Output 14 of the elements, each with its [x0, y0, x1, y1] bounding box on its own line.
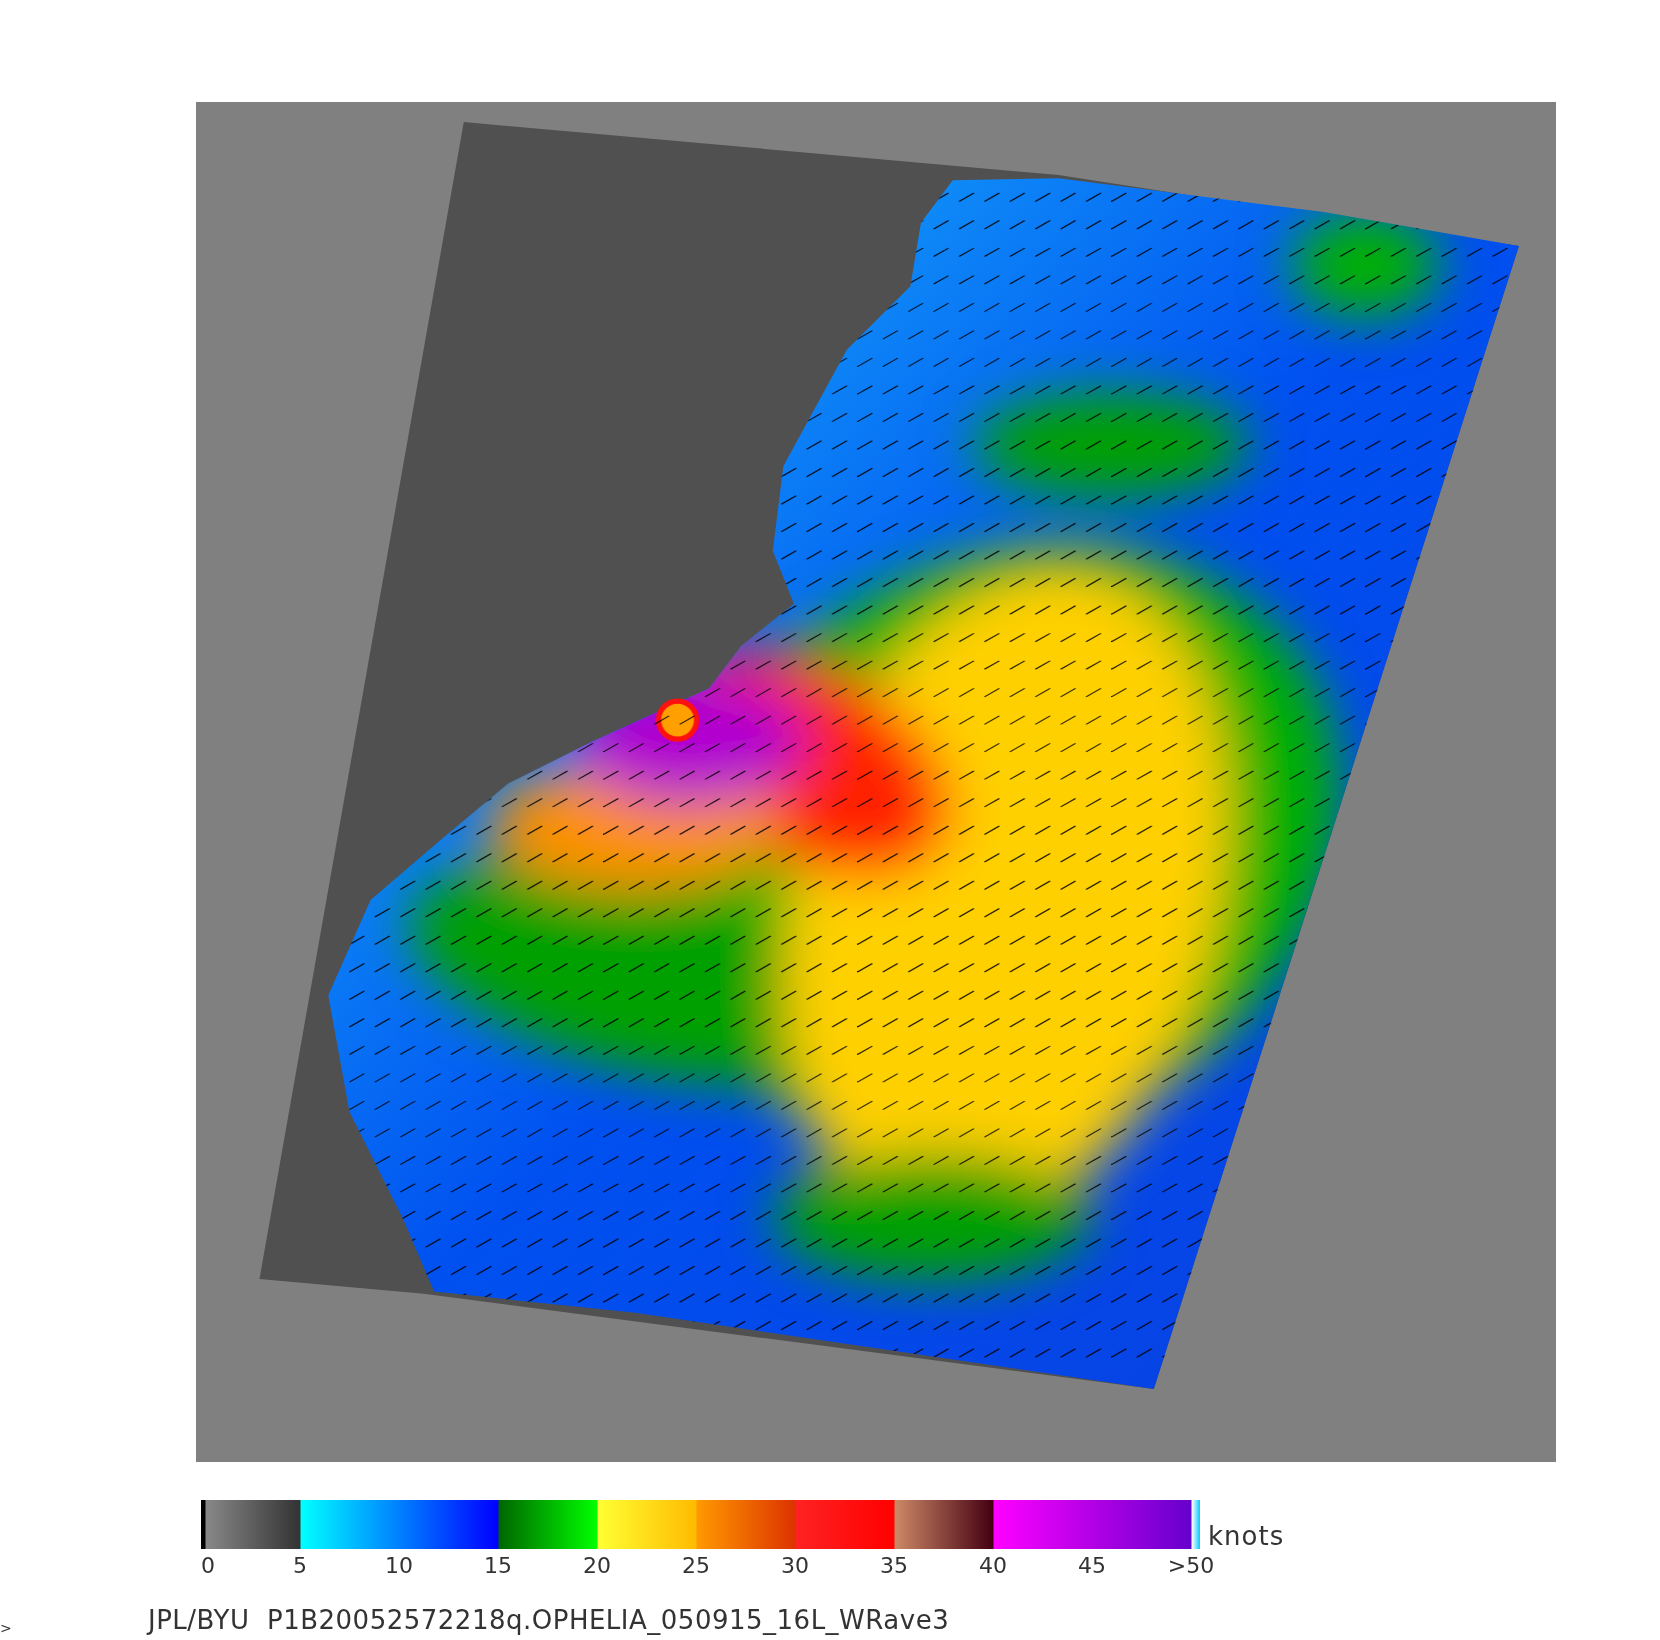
scale-tick-label: 10	[385, 1553, 413, 1578]
scale-tick-label: 20	[583, 1553, 611, 1578]
scale-tick-label: 40	[979, 1553, 1007, 1578]
scale-tick-label: 30	[781, 1553, 809, 1578]
scale-tick-label: 35	[880, 1553, 908, 1578]
scale-tick-label: 5	[293, 1553, 307, 1578]
scale-tick-label: 15	[484, 1553, 512, 1578]
scale-tick-label: 0	[201, 1553, 215, 1578]
edge-mark: >	[0, 1621, 13, 1635]
unit-label: knots	[1208, 1523, 1285, 1549]
scale-tick-label: 45	[1078, 1553, 1106, 1578]
scale-tick-label: >50	[1167, 1553, 1215, 1578]
scale-tick-label: 25	[682, 1553, 710, 1578]
image-caption: JPL/BYU P1B20052572218q.OPHELIA_050915_16L_WRave3	[148, 1605, 950, 1635]
